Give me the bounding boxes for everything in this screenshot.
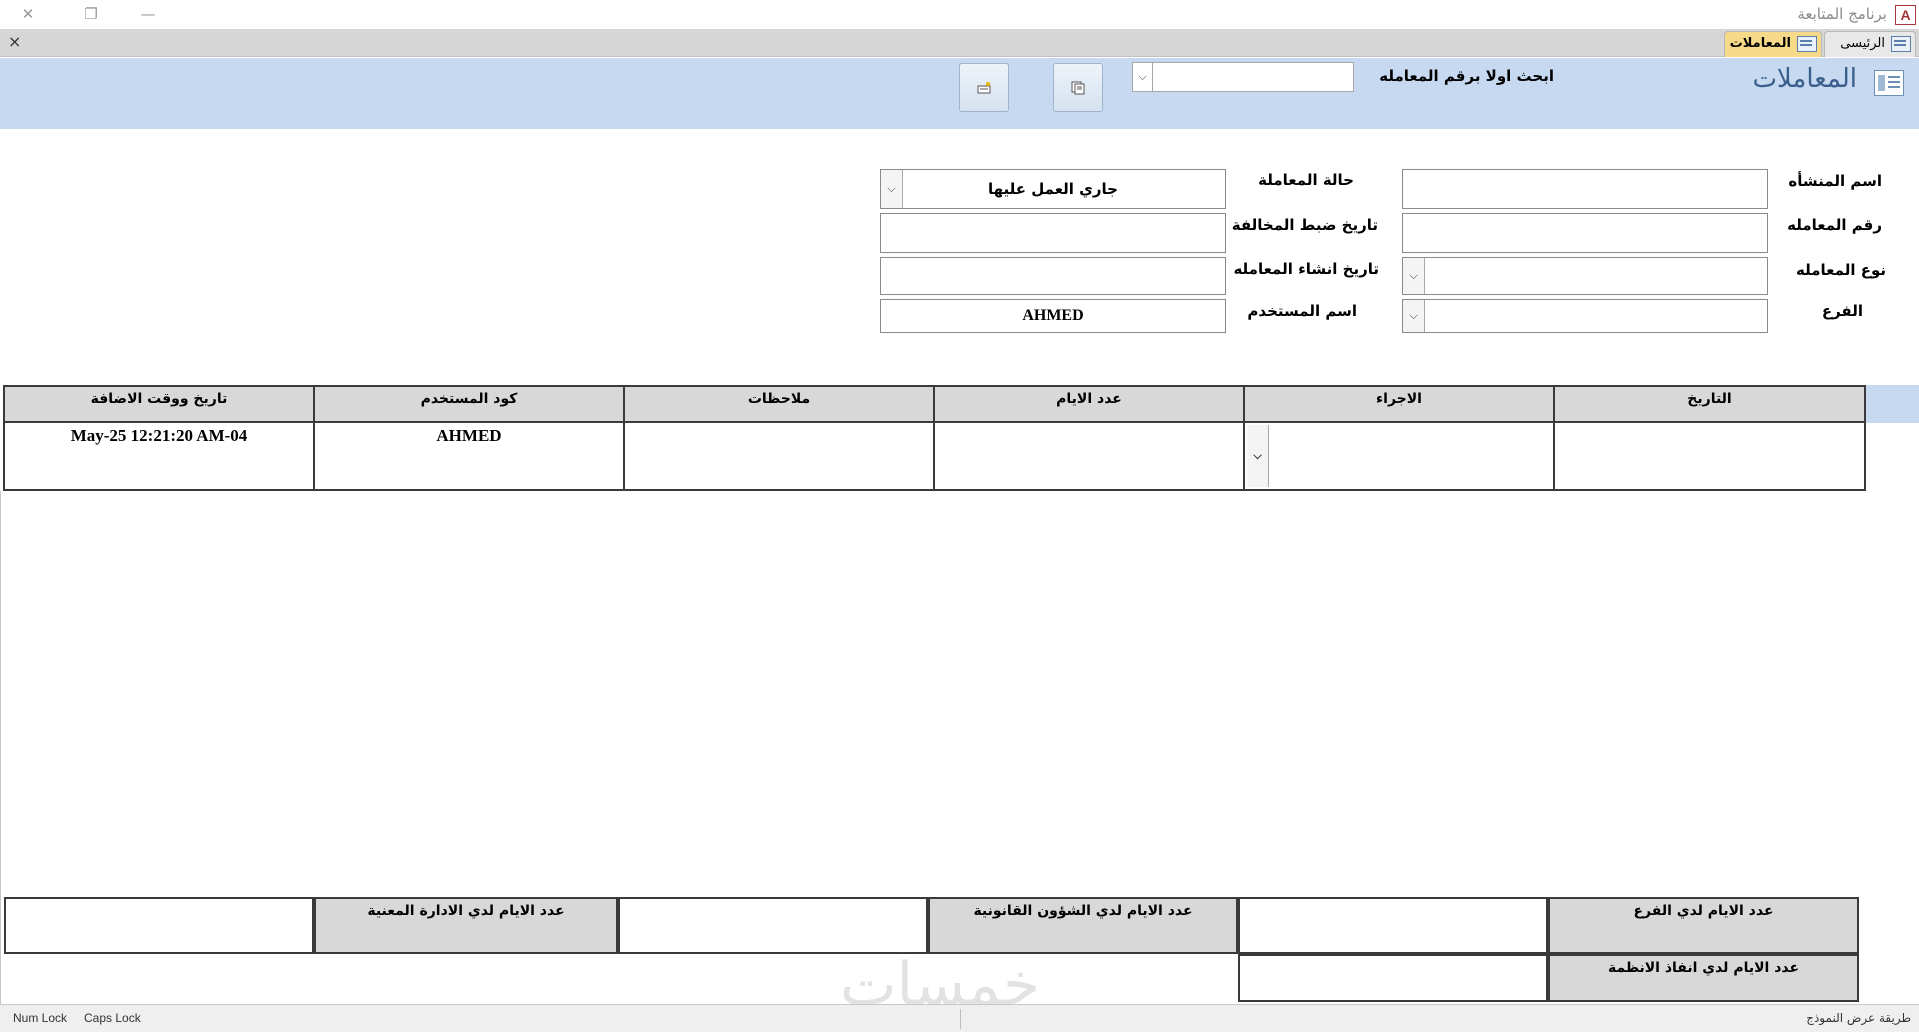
title-bar: A برنامج المتابعة ✕ ❐ — bbox=[0, 0, 1919, 29]
form-icon bbox=[1891, 35, 1911, 52]
username-field: AHMED bbox=[880, 299, 1226, 333]
document-tab-strip: × المعاملات الرئيسى bbox=[0, 29, 1919, 57]
chevron-down-icon[interactable]: ⌵ bbox=[1133, 63, 1153, 91]
grid-cell-date[interactable] bbox=[1553, 423, 1866, 491]
new-record-icon bbox=[977, 80, 991, 94]
close-tab-icon[interactable]: × bbox=[8, 32, 21, 51]
tab-label: المعاملات bbox=[1729, 36, 1791, 51]
grid-cell-notes[interactable] bbox=[623, 423, 933, 491]
window-title: برنامج المتابعة bbox=[1797, 5, 1887, 23]
tab-transactions[interactable]: المعاملات bbox=[1724, 31, 1822, 57]
enforcement-days-field[interactable] bbox=[1238, 954, 1548, 1002]
grid-header-notes: ملاحظات bbox=[623, 385, 933, 423]
form-header: المعاملات ابحث اولا برقم المعامله ⌵ bbox=[0, 58, 1919, 129]
search-label: ابحث اولا برقم المعامله bbox=[1379, 67, 1554, 85]
violation-date-field[interactable] bbox=[880, 213, 1226, 253]
chevron-down-icon[interactable]: ⌵ bbox=[1403, 258, 1425, 294]
establishment-name-field[interactable] bbox=[1402, 169, 1768, 209]
minimize-window-button[interactable]: — bbox=[128, 2, 168, 26]
tab-label: الرئيسى bbox=[1840, 36, 1885, 51]
transaction-status-label: حالة المعاملة bbox=[1258, 171, 1354, 189]
admin-days-field[interactable] bbox=[4, 897, 314, 954]
restore-window-button[interactable]: ❐ bbox=[71, 2, 111, 26]
grid-cell-action[interactable]: ⌵ bbox=[1243, 423, 1553, 491]
form-icon bbox=[1797, 35, 1817, 52]
branch-days-field[interactable] bbox=[1238, 897, 1548, 954]
grid-cell-user-code[interactable]: AHMED bbox=[313, 423, 623, 491]
new-record-button[interactable] bbox=[959, 63, 1009, 112]
grid-header-action: الاجراء bbox=[1243, 385, 1553, 423]
copy-button[interactable] bbox=[1053, 63, 1103, 112]
grid-cell-added-at[interactable]: May-25 12:21:20 AM-04 bbox=[3, 423, 313, 491]
close-window-button[interactable]: ✕ bbox=[8, 2, 48, 26]
admin-days-label: عدد الايام لدي الادارة المعنية bbox=[314, 897, 618, 954]
branch-label: الفرع bbox=[1821, 302, 1863, 320]
transaction-number-field[interactable] bbox=[1402, 213, 1768, 253]
violation-date-label: تاريخ ضبط المخالفة bbox=[1231, 216, 1378, 234]
search-input[interactable] bbox=[1155, 63, 1351, 91]
grid-header-days: عدد الايام bbox=[933, 385, 1243, 423]
tab-home[interactable]: الرئيسى bbox=[1824, 31, 1916, 57]
status-bar: Num Lock Caps Lock طريقة عرض النموذج bbox=[0, 1004, 1919, 1032]
establishment-name-label: اسم المنشأه bbox=[1788, 172, 1882, 190]
legal-days-label: عدد الايام لدي الشؤون القانونية bbox=[928, 897, 1238, 954]
record-selector-strip bbox=[1866, 385, 1919, 423]
num-lock-indicator: Num Lock bbox=[13, 1011, 68, 1025]
legal-days-field[interactable] bbox=[618, 897, 928, 954]
form-icon bbox=[1874, 70, 1904, 96]
enforcement-days-label: عدد الايام لدي انفاذ الانظمة bbox=[1548, 954, 1859, 1002]
status-divider bbox=[960, 1009, 961, 1029]
transaction-type-label: نوع المعامله bbox=[1796, 261, 1886, 279]
access-app-icon: A bbox=[1895, 5, 1916, 25]
copy-icon bbox=[1071, 80, 1085, 95]
grid-cell-days[interactable] bbox=[933, 423, 1243, 491]
chevron-down-icon[interactable]: ⌵ bbox=[1247, 425, 1269, 487]
branch-days-label: عدد الايام لدي الفرع bbox=[1548, 897, 1859, 954]
page-title: المعاملات bbox=[1752, 64, 1857, 94]
branch-combobox[interactable]: ⌵ bbox=[1402, 299, 1768, 333]
grid-header-added-at: تاريخ ووقت الاضافة bbox=[3, 385, 313, 423]
creation-date-label: تاريخ انشاء المعامله bbox=[1233, 260, 1379, 278]
transaction-status-combobox[interactable]: ⌵ جاري العمل عليها bbox=[880, 169, 1226, 209]
grid-border bbox=[0, 491, 1, 1005]
view-mode-label: طريقة عرض النموذج bbox=[1806, 1011, 1911, 1025]
grid-header-date: التاريخ bbox=[1553, 385, 1866, 423]
username-label: اسم المستخدم bbox=[1247, 302, 1357, 320]
creation-date-field[interactable] bbox=[880, 257, 1226, 295]
transaction-type-combobox[interactable]: ⌵ bbox=[1402, 257, 1768, 295]
search-combobox[interactable]: ⌵ bbox=[1132, 62, 1354, 92]
grid-header-user-code: كود المستخدم bbox=[313, 385, 623, 423]
chevron-down-icon[interactable]: ⌵ bbox=[881, 170, 903, 208]
caps-lock-indicator: Caps Lock bbox=[84, 1011, 141, 1025]
chevron-down-icon[interactable]: ⌵ bbox=[1403, 300, 1425, 332]
transaction-number-label: رقم المعامله bbox=[1787, 216, 1882, 234]
